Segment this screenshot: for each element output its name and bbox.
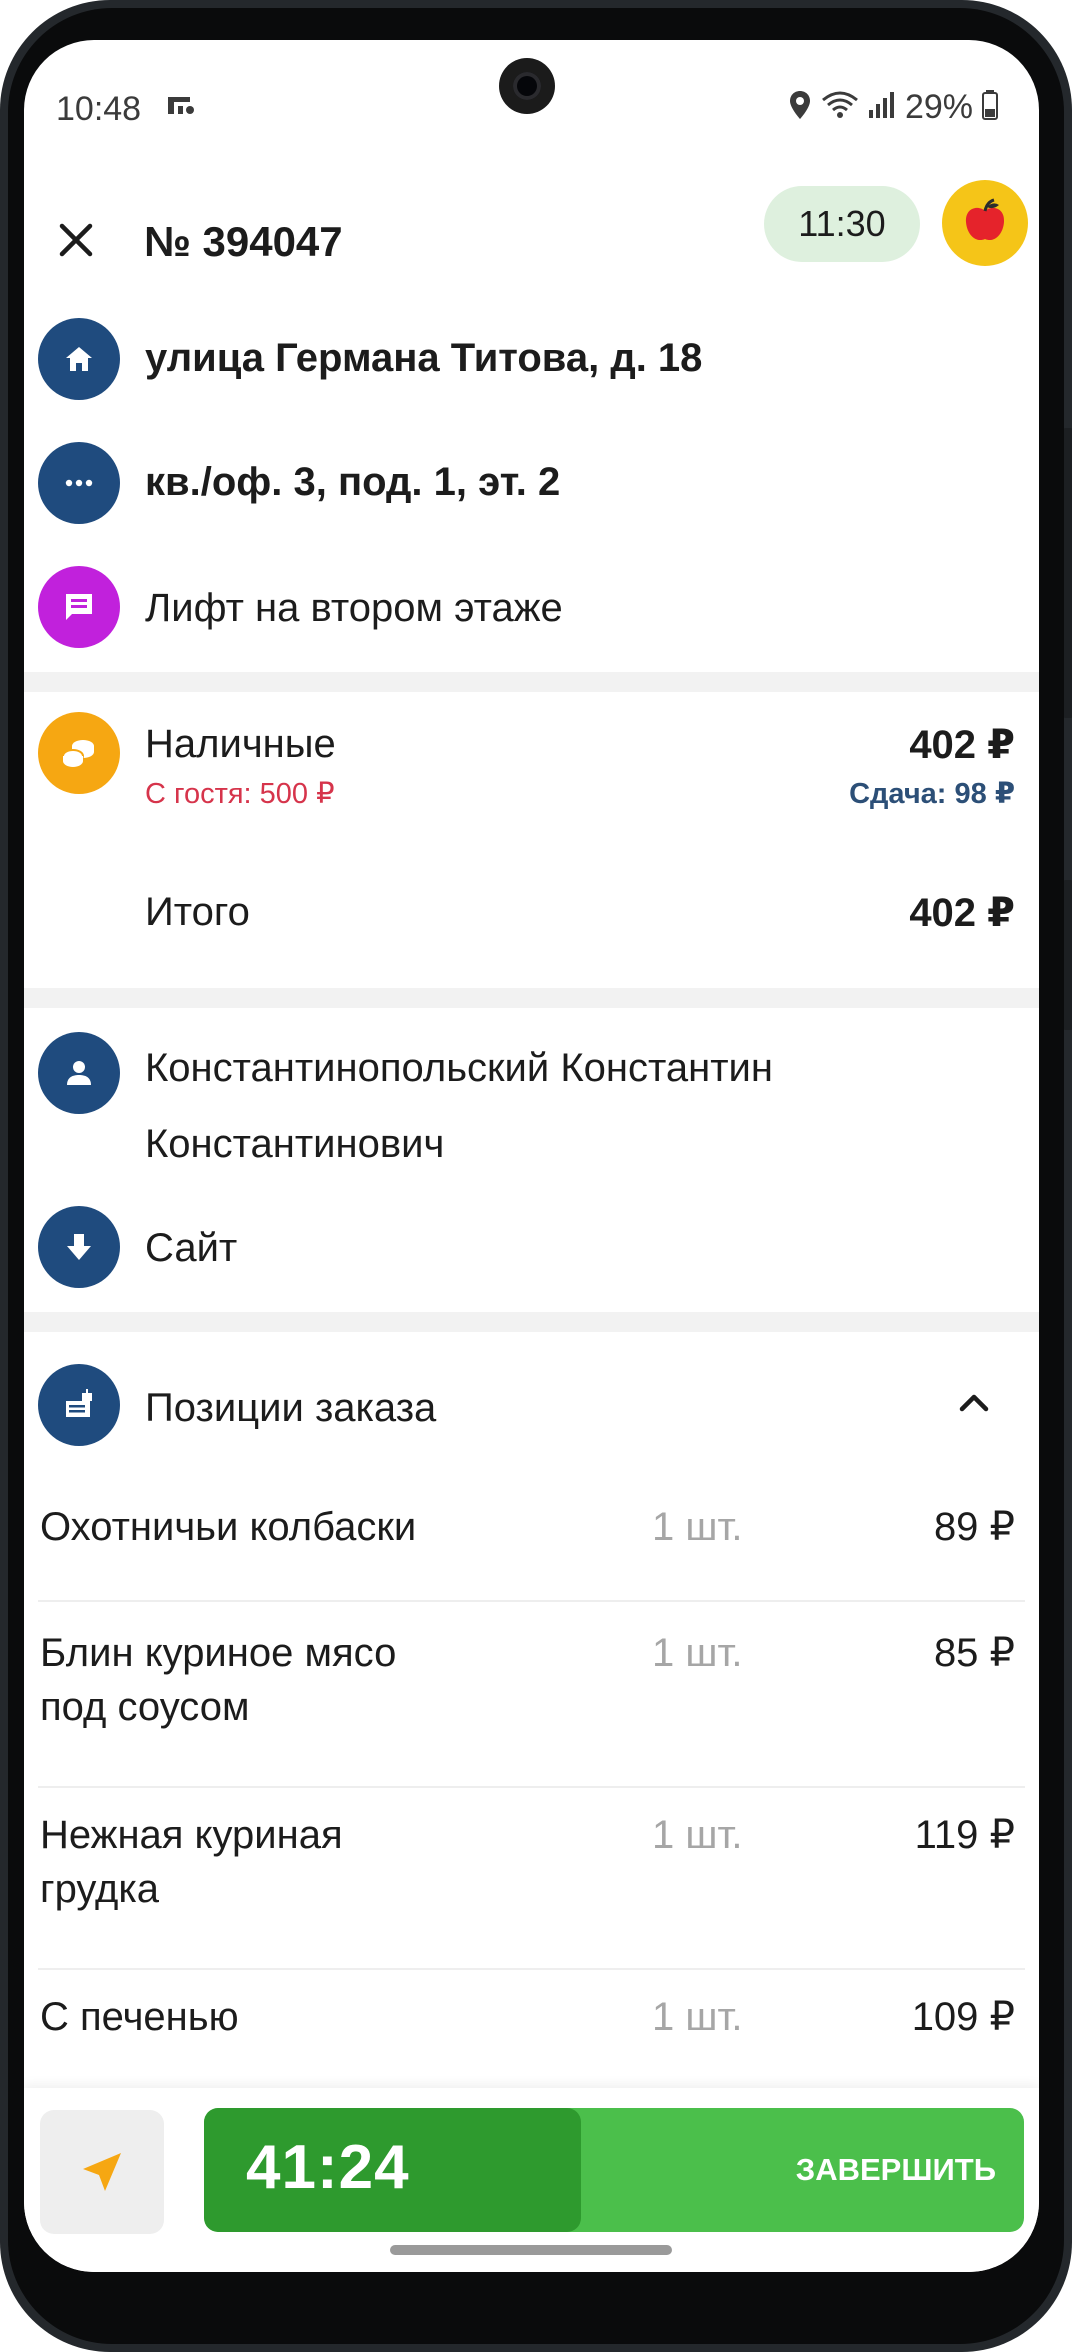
wifi-icon (821, 90, 859, 125)
download-icon (38, 1206, 120, 1288)
status-bar: 10:48 29% (24, 40, 1039, 150)
address-comment: Лифт на втором этаже (145, 586, 563, 630)
delivery-timer: 41:24 (246, 2133, 410, 2202)
person-icon (38, 1032, 120, 1114)
address-street: улица Германа Титова, д. 18 (145, 336, 703, 380)
battery-percent: 29% (904, 88, 973, 126)
order-source: Сайт (145, 1226, 238, 1270)
item-price: 89 ₽ (933, 1505, 1015, 1549)
order-item: С печенью 1 шт. 109 ₽ (24, 1990, 1039, 2080)
payment-row: Наличные 402 ₽ С гостя: 500 ₽ Сдача: 98 … (24, 710, 1039, 830)
signal-icon (867, 90, 897, 125)
app-screen: 10:48 29% № 394047 11:30 улица Германа Т… (24, 40, 1039, 2272)
total-row: Итого 402 ₽ (24, 880, 1039, 960)
order-item: Блин куриное мясо под соусом 1 шт. 85 ₽ (24, 1626, 1039, 1796)
more-icon (38, 442, 120, 524)
item-qty: 1 шт. (652, 1631, 743, 1675)
item-separator (38, 1786, 1025, 1788)
comment-row: Лифт на втором этаже (24, 562, 1039, 652)
notification-icon (166, 94, 196, 123)
address-details-row: кв./оф. 3, под. 1, эт. 2 (24, 438, 1039, 528)
total-label: Итого (145, 890, 250, 934)
order-source-row: Сайт (24, 1204, 1039, 1294)
home-icon (38, 318, 120, 400)
location-icon (787, 89, 813, 126)
order-number: № 394047 (144, 218, 343, 265)
item-qty: 1 шт. (652, 1813, 743, 1857)
finish-button[interactable]: 41:24 ЗАВЕРШИТЬ (204, 2108, 1024, 2232)
close-icon (59, 223, 93, 257)
customer-name-line2: Константинович (145, 1122, 445, 1166)
item-qty: 1 шт. (652, 1505, 743, 1549)
guest-cash: С гостя: 500 ₽ (145, 778, 335, 810)
apple-logo-icon (942, 180, 1028, 266)
item-separator (38, 1968, 1025, 1970)
address-details: кв./оф. 3, под. 1, эт. 2 (145, 460, 561, 504)
navigation-arrow-icon (83, 2153, 121, 2191)
section-divider (24, 672, 1039, 692)
item-price: 109 ₽ (911, 1995, 1015, 2039)
section-divider (24, 1312, 1039, 1332)
status-indicators: 29% (787, 88, 999, 127)
comment-icon (38, 566, 120, 648)
item-separator (38, 1600, 1025, 1602)
order-items-header[interactable]: Позиции заказа (24, 1360, 1039, 1456)
item-name: Нежная куриная грудка (40, 1813, 343, 1911)
item-name: Охотничьи колбаски (40, 1505, 417, 1549)
battery-icon (981, 89, 999, 126)
order-item: Охотничьи колбаски 1 шт. 89 ₽ (24, 1500, 1039, 1610)
chevron-up-icon[interactable] (957, 1390, 991, 1419)
item-price: 119 ₽ (914, 1813, 1015, 1857)
change-amount: Сдача: 98 ₽ (849, 778, 1015, 810)
close-button[interactable] (48, 212, 104, 268)
payment-method: Наличные (145, 722, 336, 766)
total-amount: 402 ₽ (909, 891, 1015, 935)
item-qty: 1 шт. (652, 1995, 743, 2039)
home-indicator[interactable] (390, 2245, 672, 2255)
order-items-title: Позиции заказа (145, 1386, 437, 1430)
order-items-icon (38, 1364, 120, 1446)
status-time: 10:48 (56, 90, 142, 128)
item-name: С печенью (40, 1995, 239, 2039)
item-price: 85 ₽ (933, 1631, 1015, 1675)
finish-label: ЗАВЕРШИТЬ (795, 2152, 996, 2187)
order-item: Нежная куриная грудка 1 шт. 119 ₽ (24, 1808, 1039, 1978)
phone-frame: 10:48 29% № 394047 11:30 улица Германа Т… (0, 0, 1072, 2352)
delivery-time-chip: 11:30 (764, 186, 920, 262)
navigation-button[interactable] (40, 2110, 164, 2234)
section-divider (24, 988, 1039, 1008)
item-name: Блин куриное мясо под соусом (40, 1631, 397, 1729)
customer-row: Константинопольский Константин Константи… (24, 1026, 1039, 1186)
front-camera (499, 58, 555, 114)
payment-amount: 402 ₽ (909, 723, 1015, 767)
address-row: улица Германа Титова, д. 18 (24, 314, 1039, 404)
coins-icon (38, 712, 120, 794)
customer-name-line1: Константинопольский Константин (145, 1046, 773, 1090)
